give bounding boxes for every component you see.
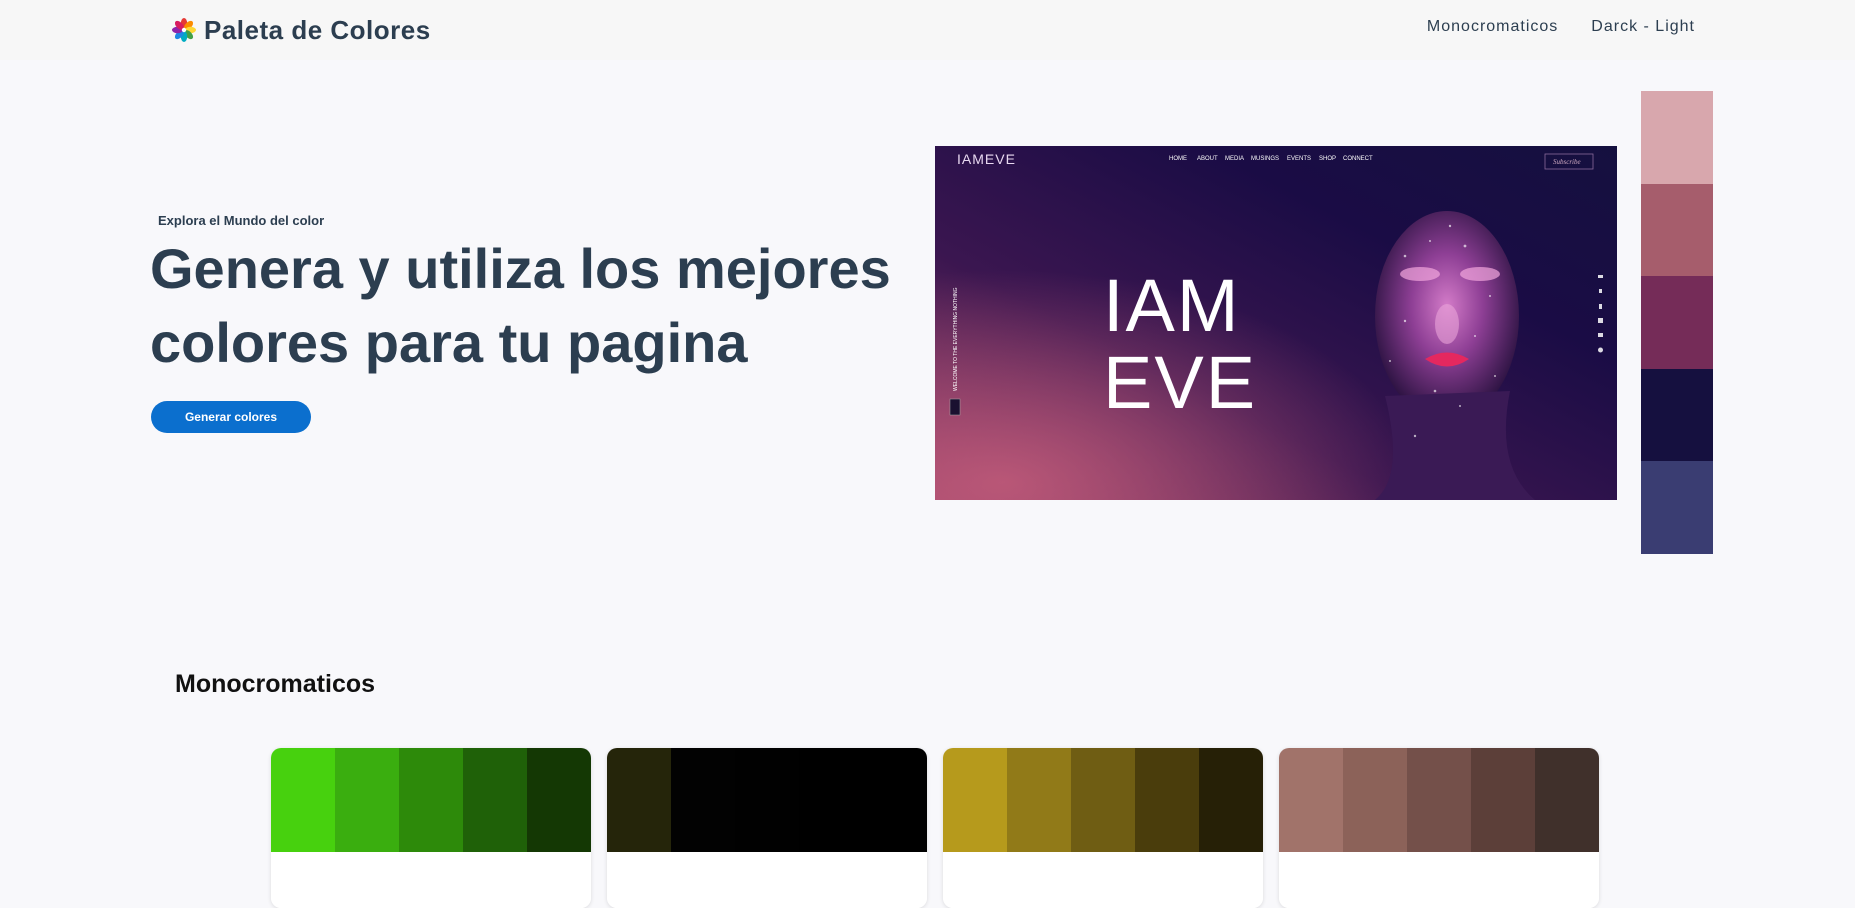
- svg-text:CONNECT: CONNECT: [1343, 156, 1373, 162]
- palette-card[interactable]: [607, 748, 927, 908]
- hero-image: IAMEVE HOME ABOUT MEDIA MUSINGS EVENTS S…: [935, 146, 1617, 500]
- palette-swatch[interactable]: [1641, 461, 1713, 554]
- image-menu: HOME ABOUT MEDIA MUSINGS EVENTS SHOP CON…: [1169, 156, 1373, 162]
- palette-swatch[interactable]: [1641, 368, 1713, 462]
- monocromaticos-title: Monocromaticos: [175, 670, 376, 698]
- palette-card-body: [271, 852, 591, 908]
- color-swatch[interactable]: [1007, 748, 1071, 852]
- palette-card[interactable]: [943, 748, 1263, 908]
- color-swatch[interactable]: [671, 748, 735, 852]
- palette-card-swatches: [271, 748, 591, 852]
- color-swatch[interactable]: [1279, 748, 1343, 852]
- color-swatch[interactable]: [527, 748, 591, 852]
- image-title-line2: EVE: [1103, 341, 1257, 424]
- color-swatch[interactable]: [463, 748, 527, 852]
- color-wheel-logo-icon: [172, 18, 196, 42]
- color-swatch[interactable]: [1535, 748, 1599, 852]
- image-subscribe: Subscribe: [1553, 158, 1581, 166]
- svg-text:ABOUT: ABOUT: [1197, 156, 1218, 162]
- color-swatch[interactable]: [799, 748, 863, 852]
- color-swatch[interactable]: [943, 748, 1007, 852]
- image-title-line1: IAM: [1103, 264, 1241, 347]
- color-swatch[interactable]: [735, 748, 799, 852]
- color-swatch[interactable]: [335, 748, 399, 852]
- color-swatch[interactable]: [1135, 748, 1199, 852]
- hero-eyebrow: Explora el Mundo del color: [158, 213, 325, 228]
- color-swatch[interactable]: [1199, 748, 1263, 852]
- palette-card[interactable]: [271, 748, 591, 908]
- palette-card-body: [1279, 852, 1599, 908]
- palette-card-swatches: [607, 748, 927, 852]
- palette-cards: [271, 748, 1599, 908]
- svg-text:MUSINGS: MUSINGS: [1251, 156, 1279, 162]
- image-side-text: WELCOME TO THE EVERYTHING NOTHING: [953, 287, 959, 391]
- hero-palette-strip: [1641, 91, 1713, 554]
- color-swatch[interactable]: [1471, 748, 1535, 852]
- color-swatch[interactable]: [863, 748, 927, 852]
- color-swatch[interactable]: [1071, 748, 1135, 852]
- color-swatch[interactable]: [607, 748, 671, 852]
- palette-swatch[interactable]: [1641, 183, 1713, 277]
- nav-link-monocromaticos[interactable]: Monocromaticos: [1427, 18, 1558, 36]
- palette-card-swatches: [1279, 748, 1599, 852]
- color-swatch[interactable]: [1407, 748, 1471, 852]
- hero-heading: Genera y utiliza los mejores colores par…: [150, 237, 891, 374]
- palette-swatch[interactable]: [1641, 276, 1713, 369]
- brand-title: Paleta de Colores: [204, 14, 431, 45]
- palette-card-swatches: [943, 748, 1263, 852]
- palette-card-body: [607, 852, 927, 908]
- hero-image-art: IAMEVE HOME ABOUT MEDIA MUSINGS EVENTS S…: [935, 146, 1617, 500]
- generate-colors-button[interactable]: Generar colores: [151, 401, 311, 433]
- svg-text:SHOP: SHOP: [1319, 156, 1336, 162]
- palette-swatch[interactable]: [1641, 91, 1713, 184]
- svg-text:MEDIA: MEDIA: [1225, 156, 1244, 162]
- navbar: Paleta de Colores Monocromaticos Darck -…: [0, 0, 1855, 60]
- image-logo-text: IAMEVE: [957, 151, 1016, 167]
- color-swatch[interactable]: [1343, 748, 1407, 852]
- svg-text:EVENTS: EVENTS: [1287, 156, 1311, 162]
- nav-link-dark-light[interactable]: Darck - Light: [1591, 18, 1695, 36]
- nav-links: Monocromaticos Darck - Light: [1427, 18, 1695, 36]
- color-swatch[interactable]: [271, 748, 335, 852]
- palette-card[interactable]: [1279, 748, 1599, 908]
- svg-text:HOME: HOME: [1169, 156, 1187, 162]
- palette-card-body: [943, 852, 1263, 908]
- color-swatch[interactable]: [399, 748, 463, 852]
- brand[interactable]: Paleta de Colores: [172, 12, 431, 48]
